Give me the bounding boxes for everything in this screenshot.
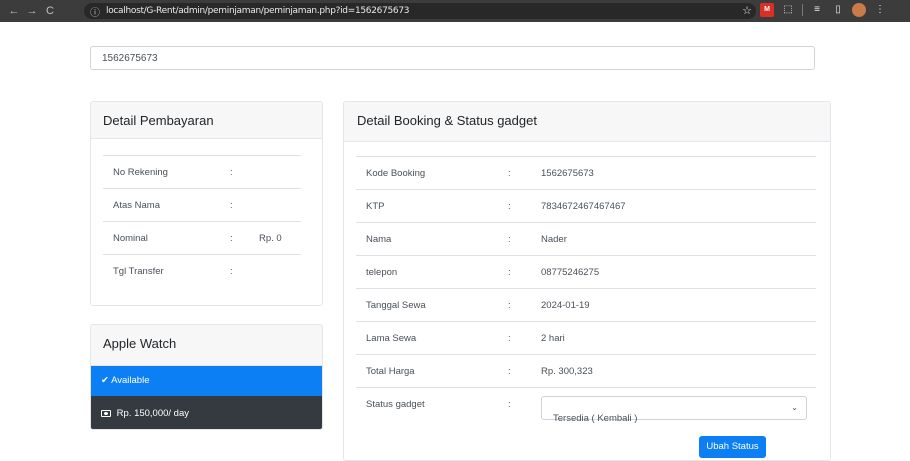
payment-card-title: Detail Pembayaran (91, 102, 322, 139)
row-value: Rp. 0 (259, 233, 282, 244)
change-status-button[interactable]: Ubah Status (699, 436, 766, 458)
row-label: Kode Booking (366, 168, 426, 179)
toolbar-divider (802, 4, 803, 16)
row-colon: : (230, 233, 233, 244)
table-row: telepon : 08775246275 (356, 255, 816, 288)
row-colon: : (230, 200, 233, 211)
reading-list-icon[interactable]: ≡ (810, 3, 824, 17)
address-bar[interactable]: ⓘ localhost/G-Rent/admin/peminjaman/pemi… (84, 3, 756, 19)
browser-nav: ← → C (0, 5, 58, 17)
side-panel-icon[interactable]: ▯ (831, 3, 845, 17)
site-info-icon[interactable]: ⓘ (90, 4, 100, 19)
forward-arrow-icon[interactable]: → (24, 5, 40, 17)
booking-detail-card: Detail Booking & Status gadget Kode Book… (343, 101, 831, 461)
row-colon: : (508, 168, 511, 179)
table-row: Atas Nama : (103, 188, 301, 221)
table-row: No Rekening : (103, 155, 301, 188)
row-label: Tanggal Sewa (366, 300, 426, 311)
row-label: Atas Nama (113, 200, 160, 211)
extensions-area: M ⬚ ≡ ▯ ⋮ (760, 3, 887, 17)
table-row: Tgl Transfer : (103, 254, 301, 287)
table-row: Tanggal Sewa : 2024-01-19 (356, 288, 816, 321)
browser-menu-icon[interactable]: ⋮ (873, 3, 887, 17)
availability-label: Available (111, 375, 150, 386)
row-label: Total Harga (366, 366, 415, 377)
table-row: KTP : 7834672467467467 (356, 189, 816, 222)
back-arrow-icon[interactable]: ← (6, 5, 22, 17)
row-colon: : (508, 399, 511, 410)
row-value: 08775246275 (541, 267, 600, 278)
profile-avatar-icon[interactable] (852, 3, 866, 17)
status-label: Status gadget (366, 399, 425, 410)
row-colon: : (508, 267, 511, 278)
row-label: Nominal (113, 233, 148, 244)
booking-card-title: Detail Booking & Status gadget (344, 102, 830, 142)
extensions-puzzle-icon[interactable]: ⬚ (781, 3, 795, 17)
status-row: Status gadget : Tersedia ( Kembali ) ⌄ (356, 387, 816, 432)
booking-code-input[interactable]: 1562675673 (90, 46, 815, 70)
row-label: Lama Sewa (366, 333, 417, 344)
row-colon: : (508, 201, 511, 212)
row-label: Tgl Transfer (113, 266, 164, 277)
status-selected-value: Tersedia ( Kembali ) (553, 413, 638, 424)
table-row: Nominal : Rp. 0 (103, 221, 301, 254)
row-value: Nader (541, 234, 567, 245)
reload-icon[interactable]: C (42, 5, 58, 17)
row-label: telepon (366, 267, 398, 278)
row-value: 2 hari (541, 333, 565, 344)
bookmark-star-icon[interactable]: ☆ (742, 4, 752, 17)
extension-red-icon[interactable]: M (760, 3, 774, 17)
booking-table: Kode Booking : 1562675673 KTP : 78346724… (356, 156, 816, 432)
price-bar: Rp. 150,000/ day (91, 396, 322, 429)
table-row: Kode Booking : 1562675673 (356, 156, 816, 189)
money-icon (101, 410, 111, 417)
price-label: Rp. 150,000/ day (116, 408, 189, 419)
row-label: KTP (366, 201, 385, 212)
gadget-title: Apple Watch (91, 325, 322, 366)
row-value: 2024-01-19 (541, 300, 590, 311)
status-select[interactable]: Tersedia ( Kembali ) ⌄ (541, 396, 807, 424)
payment-detail-card: Detail Pembayaran No Rekening : Atas Nam… (90, 101, 323, 306)
browser-toolbar: ← → C ⓘ localhost/G-Rent/admin/peminjama… (0, 0, 910, 22)
row-value: 7834672467467467 (541, 201, 626, 212)
row-colon: : (508, 333, 511, 344)
row-colon: : (230, 266, 233, 277)
row-colon: : (508, 234, 511, 245)
table-row: Nama : Nader (356, 222, 816, 255)
table-row: Lama Sewa : 2 hari (356, 321, 816, 354)
payment-table: No Rekening : Atas Nama : Nominal : Rp. … (103, 155, 301, 287)
availability-bar: ✔ Available (91, 366, 322, 396)
table-row: Total Harga : Rp. 300,323 (356, 354, 816, 387)
row-colon: : (508, 300, 511, 311)
row-value: 1562675673 (541, 168, 594, 179)
url-text[interactable]: localhost/G-Rent/admin/peminjaman/peminj… (106, 6, 410, 16)
row-label: No Rekening (113, 167, 168, 178)
check-icon: ✔ (101, 375, 109, 386)
row-label: Nama (366, 234, 392, 245)
row-value: Rp. 300,323 (541, 366, 593, 377)
gadget-card: Apple Watch ✔ Available Rp. 150,000/ day (90, 324, 323, 430)
row-colon: : (508, 366, 511, 377)
chevron-down-icon: ⌄ (791, 403, 798, 412)
row-colon: : (230, 167, 233, 178)
